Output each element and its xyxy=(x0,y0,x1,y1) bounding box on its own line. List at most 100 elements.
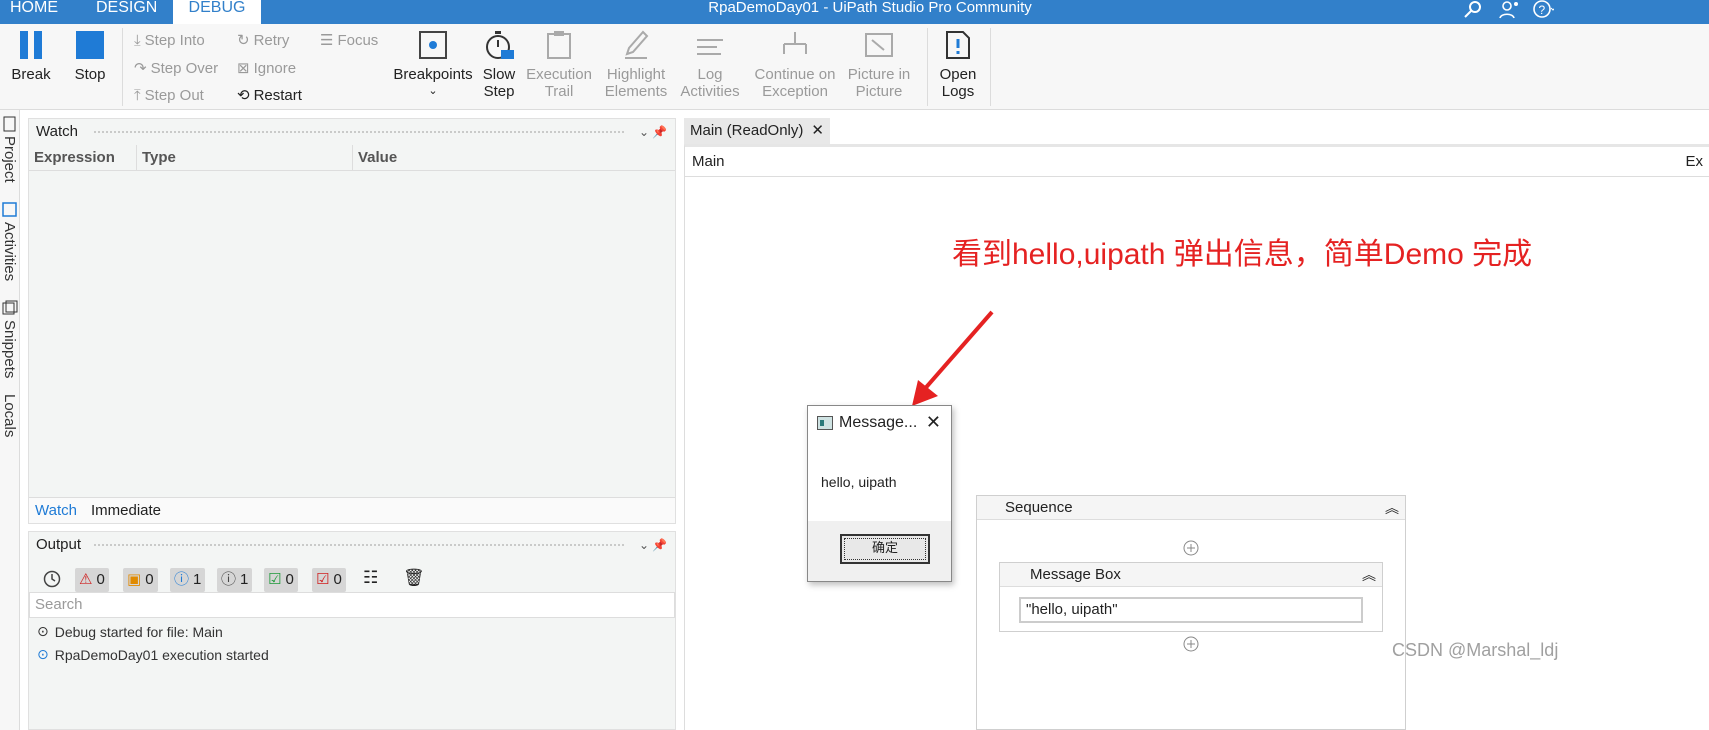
document-tab-main[interactable]: Main (ReadOnly) ✕ xyxy=(684,118,830,144)
breakpoints-button[interactable]: Breakpoints ⌄ xyxy=(390,30,476,100)
user-icon[interactable] xyxy=(1498,0,1520,20)
continue-label: Continue on xyxy=(754,66,836,83)
add-activity-icon[interactable] xyxy=(1183,636,1199,652)
focus-button[interactable]: ☰ Focus xyxy=(320,32,378,50)
title-bar: HOME DESIGN DEBUG RpaDemoDay01 - UiPath … xyxy=(0,0,1709,24)
stop-button[interactable]: Stop xyxy=(68,30,112,83)
slow-step-label: Slow xyxy=(482,66,516,83)
close-icon[interactable]: ✕ xyxy=(926,412,941,433)
search-icon[interactable] xyxy=(1462,0,1484,20)
column-divider[interactable] xyxy=(352,145,353,171)
highlight-elements-button[interactable]: Highlight Elements xyxy=(600,30,672,100)
panel-grip[interactable] xyxy=(93,130,625,135)
trash-icon[interactable]: 🗑 xyxy=(403,568,425,588)
watermark: CSDN @Marshal_ldj xyxy=(1392,640,1559,660)
trace-count: 1 xyxy=(240,571,249,588)
filter-list-icon[interactable]: ☷ xyxy=(363,568,378,588)
sequence-activity[interactable]: Sequence ︽ Message Box ︽ "hello, uipath" xyxy=(976,495,1406,730)
message-text-input[interactable]: "hello, uipath" xyxy=(1019,597,1363,623)
add-activity-icon[interactable] xyxy=(1183,540,1199,556)
open-logs-label: Open xyxy=(939,66,977,83)
ignore-button[interactable]: ⊠ Ignore xyxy=(237,60,296,78)
restart-button[interactable]: ⟲ Restart xyxy=(237,87,302,105)
info-filter-button[interactable]: ⓘ 1 xyxy=(170,568,206,592)
breadcrumb-item[interactable]: Main xyxy=(692,153,725,170)
side-tab-project[interactable]: Project xyxy=(1,136,18,183)
stopwatch-icon xyxy=(486,31,514,59)
log-activities-label-2: Activities xyxy=(680,83,740,100)
ribbon-divider xyxy=(122,28,123,106)
collapse-icon[interactable]: ︽ xyxy=(1385,498,1399,518)
execution-trail-button[interactable]: Execution Trail xyxy=(524,30,594,100)
step-out-icon: ⤒ xyxy=(134,87,141,104)
collapse-icon[interactable]: ︽ xyxy=(1362,565,1376,585)
breakpoint-icon xyxy=(419,31,447,59)
trace-filter-button[interactable]: ⓘ 1 xyxy=(217,568,253,592)
restart-icon: ⟲ xyxy=(237,87,250,104)
snippets-icon xyxy=(2,300,18,315)
step-over-icon: ↷ xyxy=(134,60,147,77)
message-box-header: Message Box xyxy=(1000,563,1382,587)
warning-filter-button[interactable]: ▣ 0 xyxy=(123,568,158,592)
info-icon: ⓘ xyxy=(174,571,190,588)
step-into-button[interactable]: ⤓ Step Into xyxy=(134,32,205,50)
chevron-down-icon[interactable]: ⌄ xyxy=(639,532,649,558)
tab-immediate[interactable]: Immediate xyxy=(91,498,161,524)
pin-icon[interactable]: 📌 xyxy=(652,119,667,145)
output-search-input[interactable]: Search xyxy=(29,592,675,618)
column-value[interactable]: Value xyxy=(358,149,397,166)
side-tab-activities[interactable]: Activities xyxy=(1,222,18,281)
side-tab-snippets[interactable]: Snippets xyxy=(1,320,18,378)
log-activities-button[interactable]: Log Activities xyxy=(676,30,744,100)
ok-button[interactable]: 确定 xyxy=(840,534,930,564)
pip-label: Picture in xyxy=(847,66,911,83)
hierarchy-icon xyxy=(783,32,807,54)
help-icon[interactable]: ? xyxy=(1532,0,1554,20)
tab-design[interactable]: DESIGN xyxy=(96,0,157,24)
stop-icon xyxy=(76,31,104,59)
sequence-header: Sequence xyxy=(977,496,1405,520)
watch-title: Watch xyxy=(36,123,78,140)
column-expression[interactable]: Expression xyxy=(34,149,115,166)
project-icon xyxy=(3,116,16,132)
message-box-activity[interactable]: Message Box ︽ "hello, uipath" xyxy=(999,562,1383,632)
tab-watch[interactable]: Watch xyxy=(35,498,77,524)
continue-on-exception-button[interactable]: Continue on Exception xyxy=(750,30,840,100)
panel-grip[interactable] xyxy=(93,543,625,548)
error-filter-button[interactable]: ⚠ 0 xyxy=(75,568,109,592)
column-divider[interactable] xyxy=(136,145,137,171)
verbose-count: 0 xyxy=(333,571,342,588)
log-text: Debug started for file: Main xyxy=(54,623,223,640)
tab-home[interactable]: HOME xyxy=(10,0,58,24)
tab-debug[interactable]: DEBUG xyxy=(173,0,261,24)
error-icon: ⚠ xyxy=(79,571,93,588)
step-into-label: Step Into xyxy=(144,32,205,49)
highlighter-icon xyxy=(625,30,649,59)
continue-label-2: Exception xyxy=(762,83,828,100)
side-tab-locals[interactable]: Locals xyxy=(1,394,18,437)
picture-in-picture-button[interactable]: Picture in Picture xyxy=(842,30,916,100)
output-title: Output xyxy=(36,536,82,553)
list-icon xyxy=(697,39,723,55)
focus-label: Focus xyxy=(337,32,379,49)
slow-step-button[interactable]: Slow Step xyxy=(478,30,520,100)
restart-label: Restart xyxy=(253,87,302,104)
close-icon[interactable]: ✕ xyxy=(811,118,824,144)
step-out-button[interactable]: ⤒ Step Out xyxy=(134,87,204,105)
pause-icon xyxy=(20,31,42,59)
retry-icon: ↻ xyxy=(237,32,250,49)
chevron-down-icon[interactable]: ⌄ xyxy=(639,119,649,145)
pin-icon[interactable]: 📌 xyxy=(652,532,667,558)
clock-icon[interactable] xyxy=(43,570,61,588)
step-out-label: Step Out xyxy=(144,87,204,104)
warning-count: 0 xyxy=(145,571,154,588)
step-over-button[interactable]: ↷ Step Over xyxy=(134,60,218,78)
open-logs-button[interactable]: Open Logs xyxy=(934,30,982,100)
retry-button[interactable]: ↻ Retry xyxy=(237,32,289,50)
success-filter-button[interactable]: ☑ 0 xyxy=(264,568,298,592)
break-button[interactable]: Break xyxy=(8,30,54,83)
execution-trail-label-2: Trail xyxy=(544,83,574,100)
column-type[interactable]: Type xyxy=(142,149,176,166)
expand-all-link[interactable]: Ex xyxy=(1685,147,1703,177)
verbose-filter-button[interactable]: ☑ 0 xyxy=(312,568,346,592)
